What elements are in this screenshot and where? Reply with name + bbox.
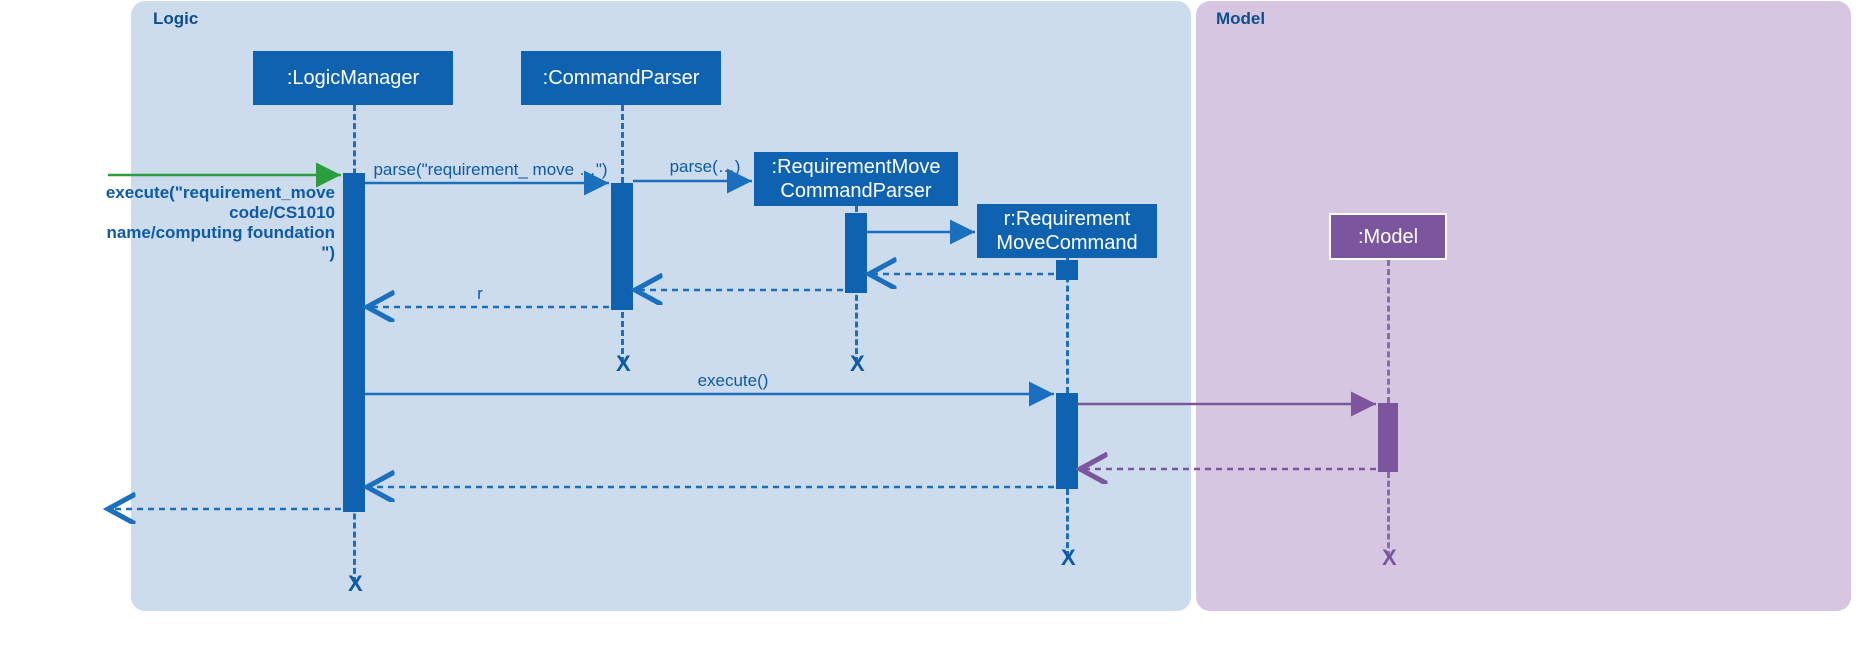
msg-parse2: parse(…) [660,157,750,177]
msg-parse1: parse("requirement_ move …") [373,160,608,180]
lifeline-model: :Model [1329,213,1447,260]
msg-execute-entry: execute("requirement_movecode/CS1010name… [90,183,335,263]
msg-return-r: r [465,284,495,304]
activation-reqmovecmd-1 [1056,260,1078,280]
activation-model [1378,403,1398,472]
lifeline-requirementmove-commandparser: :RequirementMoveCommandParser [754,152,958,206]
lifeline-logicmanager: :LogicManager [253,51,453,105]
frame-model-label: Model [1216,9,1265,29]
frame-model: Model [1196,1,1851,611]
destroy-commandparser: X [616,351,631,377]
lifeline-requirement-movecommand: r:RequirementMoveCommand [977,204,1157,258]
activation-reqmoveparser [845,213,867,293]
lifeline-rmp-label: :RequirementMoveCommandParser [772,155,941,203]
destroy-reqmoveparser: X [850,351,865,377]
destroy-reqmovecmd: X [1061,545,1076,571]
lifeline-model-label: :Model [1358,225,1418,249]
lifeline-dash-model-top [1387,260,1390,403]
destroy-model: X [1382,545,1397,571]
lifeline-commandparser: :CommandParser [521,51,721,105]
diagram-canvas: Logic Model :LogicManager :CommandParser… [0,0,1860,670]
lifeline-logicmanager-label: :LogicManager [287,66,419,90]
activation-commandparser [611,183,633,310]
activation-logicmanager [343,173,365,512]
frame-logic-label: Logic [153,9,198,29]
lifeline-rmc-label: r:RequirementMoveCommand [996,207,1137,255]
msg-execute: execute() [688,371,778,391]
activation-reqmovecmd-2 [1056,393,1078,489]
lifeline-commandparser-label: :CommandParser [543,66,700,90]
destroy-logicmanager: X [348,571,363,597]
